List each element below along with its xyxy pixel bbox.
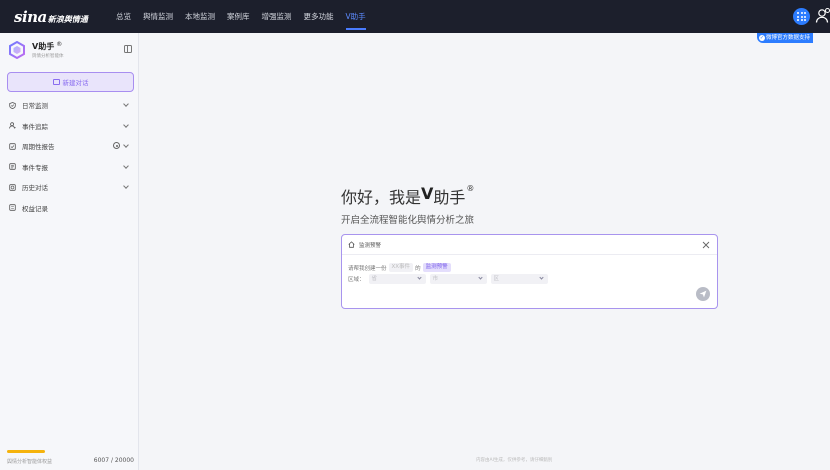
home-icon bbox=[348, 241, 355, 248]
sidebar-item-label: 权益记录 bbox=[22, 204, 48, 213]
brand-name-text: V助手 bbox=[32, 42, 55, 51]
main-nav: 总览 舆情监测 本地监测 案例库 增强监测 更多功能 V助手 bbox=[116, 0, 378, 33]
quota-value: 6007 / 20000 bbox=[93, 457, 134, 464]
sidebar-item-rights-record[interactable]: 权益记录 bbox=[0, 198, 139, 219]
logo-subtitle: 新浪舆情通 bbox=[47, 14, 88, 24]
sidebar-item-label: 日常监测 bbox=[22, 102, 48, 111]
chevron-down-icon[interactable] bbox=[123, 101, 129, 107]
chevron-down-icon[interactable] bbox=[123, 162, 129, 169]
record-icon bbox=[9, 204, 16, 211]
city-select-value: 市 bbox=[432, 276, 439, 282]
greeting-subtitle: 开启全流程智能化舆情分析之旅 bbox=[341, 215, 475, 226]
grid-dots-icon bbox=[797, 12, 806, 21]
quota-progress-bar bbox=[7, 450, 45, 453]
city-select[interactable]: 市 bbox=[429, 274, 487, 284]
report-icon bbox=[9, 143, 16, 150]
eye-icon[interactable] bbox=[113, 142, 120, 149]
chevron-down-icon bbox=[416, 275, 422, 280]
sidebar: V助手 ® 舆情分析智能体 新建对话 日常监测 事件追踪 周期性报告 事件专报 … bbox=[0, 33, 139, 470]
greeting-name: V bbox=[421, 184, 434, 203]
nav-enhanced-monitoring[interactable]: 增强监测 bbox=[262, 0, 292, 33]
brand-name: V助手 ® bbox=[32, 41, 64, 52]
region-select-line: 区域： 省 市 区 bbox=[348, 274, 548, 284]
sidebar-menu: 日常监测 事件追踪 周期性报告 事件专报 历史对话 权益记录 bbox=[0, 95, 139, 218]
document-icon bbox=[9, 163, 16, 170]
sidebar-item-label: 周期性报告 bbox=[22, 143, 55, 152]
prompt-template-line: 请帮我创建一份 XX事件 的 监测预警 bbox=[348, 263, 451, 272]
province-select-value: 省 bbox=[371, 276, 378, 282]
top-navigation-bar: sina 新浪舆情通 总览 舆情监测 本地监测 案例库 增强监测 更多功能 V助… bbox=[0, 0, 830, 33]
sidebar-item-periodic-report[interactable]: 周期性报告 bbox=[0, 136, 139, 157]
send-icon bbox=[699, 290, 707, 298]
prompt-prefix: 请帮我创建一份 bbox=[348, 265, 387, 272]
district-select[interactable]: 区 bbox=[490, 274, 548, 284]
event-placeholder-input[interactable]: XX事件 bbox=[388, 263, 414, 272]
logo-wordmark: sina bbox=[14, 7, 47, 26]
quota-label: 舆情分析智能体权益 bbox=[7, 459, 53, 465]
nav-overview[interactable]: 总览 bbox=[116, 0, 131, 33]
nav-more-features[interactable]: 更多功能 bbox=[304, 0, 334, 33]
user-settings-icon[interactable] bbox=[815, 7, 830, 25]
close-icon[interactable] bbox=[701, 240, 711, 250]
brand-subtitle: 舆情分析智能体 bbox=[32, 54, 64, 59]
chevron-down-icon bbox=[477, 275, 483, 280]
greeting-prefix: 你好，我是 bbox=[341, 188, 422, 207]
chat-bubble-icon bbox=[52, 79, 60, 85]
new-chat-label: 新建对话 bbox=[62, 79, 89, 87]
nav-local-monitoring[interactable]: 本地监测 bbox=[185, 0, 215, 33]
monitoring-alert-tag: 监测预警 bbox=[422, 263, 451, 272]
sidebar-item-daily-monitoring[interactable]: 日常监测 bbox=[0, 95, 139, 116]
district-select-value: 区 bbox=[493, 276, 500, 282]
chevron-down-icon[interactable] bbox=[123, 142, 129, 148]
nav-case-library[interactable]: 案例库 bbox=[227, 0, 250, 33]
region-label: 区域： bbox=[348, 277, 365, 283]
apps-grid-button[interactable] bbox=[793, 8, 810, 25]
chevron-down-icon[interactable] bbox=[123, 183, 129, 189]
user-track-icon bbox=[9, 122, 16, 129]
send-button[interactable] bbox=[696, 287, 710, 301]
greeting-suffix: 助手 bbox=[433, 188, 466, 207]
card-header: 监测预警 bbox=[342, 235, 717, 255]
province-select[interactable]: 省 bbox=[368, 274, 426, 284]
sidebar-item-label: 事件追踪 bbox=[22, 122, 48, 131]
history-icon bbox=[9, 184, 16, 191]
sidebar-item-history[interactable]: 历史对话 bbox=[0, 177, 139, 198]
nav-v-assistant[interactable]: V助手 bbox=[345, 0, 366, 33]
ai-disclaimer: 内容由AI生成，仅供参考，请仔细甄别 bbox=[476, 458, 553, 463]
nav-opinion-monitoring[interactable]: 舆情监测 bbox=[143, 0, 173, 33]
main-content: 你好，我是 V 助手 ® 开启全流程智能化舆情分析之旅 监测预警 请帮我创建一份… bbox=[139, 33, 830, 470]
sidebar-item-label: 历史对话 bbox=[22, 184, 48, 193]
collapse-sidebar-icon[interactable] bbox=[124, 45, 132, 53]
sidebar-item-event-special-report[interactable]: 事件专报 bbox=[0, 157, 139, 178]
new-chat-button[interactable]: 新建对话 bbox=[7, 72, 134, 92]
greeting-registered-mark: ® bbox=[466, 184, 475, 193]
registered-mark: ® bbox=[56, 41, 63, 48]
chevron-down-icon[interactable] bbox=[123, 121, 129, 128]
card-title: 监测预警 bbox=[359, 242, 382, 249]
shield-icon bbox=[9, 101, 16, 109]
sina-logo[interactable]: sina 新浪舆情通 bbox=[14, 8, 94, 26]
prompt-mid: 的 bbox=[415, 265, 421, 272]
greeting-title: 你好，我是 V 助手 ® bbox=[341, 184, 474, 208]
prompt-input-card[interactable]: 监测预警 请帮我创建一份 XX事件 的 监测预警 区域： 省 市 区 bbox=[341, 234, 718, 309]
chevron-down-icon bbox=[538, 275, 544, 280]
v-assistant-logo-icon bbox=[9, 41, 25, 59]
sidebar-item-label: 事件专报 bbox=[22, 163, 48, 172]
sidebar-item-event-tracking[interactable]: 事件追踪 bbox=[0, 116, 139, 137]
assistant-brand: V助手 ® 舆情分析智能体 bbox=[8, 41, 64, 59]
